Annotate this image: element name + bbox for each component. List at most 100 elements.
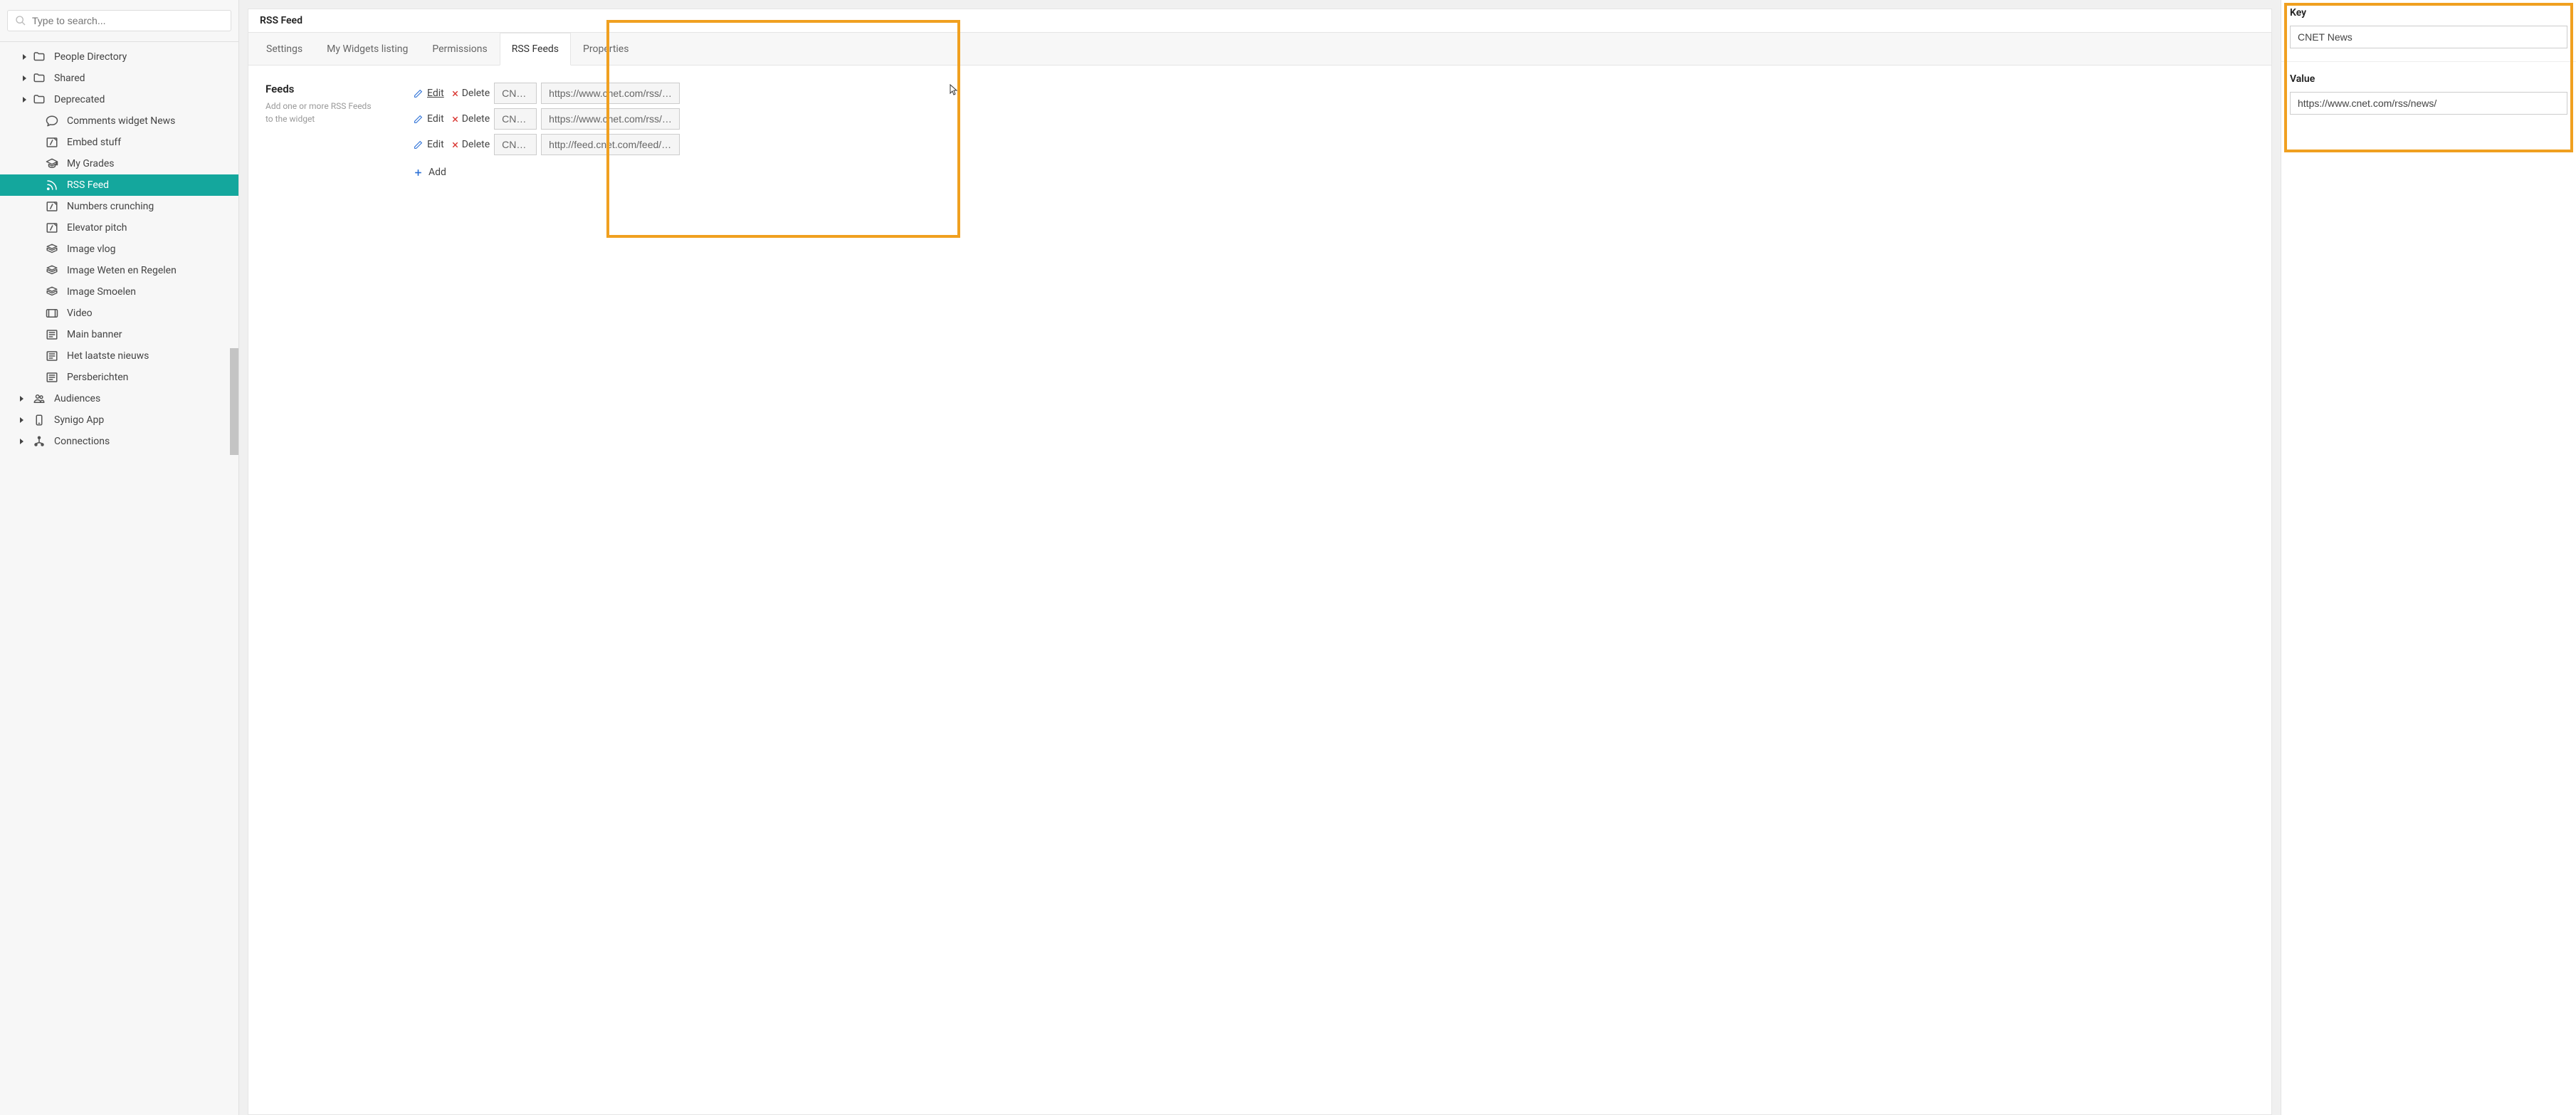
sidebar-item-label: Audiences bbox=[54, 393, 100, 404]
feeds-description: Add one or more RSS Feeds to the widget bbox=[266, 100, 379, 125]
sidebar-item-label: Image vlog bbox=[67, 244, 116, 255]
sidebar-item-label: Persberichten bbox=[67, 372, 128, 383]
sidebar-item-label: Image Smoelen bbox=[67, 286, 136, 298]
sidebar-item-het-laatste-nieuws[interactable]: Het laatste nieuws bbox=[0, 345, 238, 367]
news-icon bbox=[46, 350, 58, 362]
image-icon bbox=[46, 264, 58, 277]
sidebar-item-image-vlog[interactable]: Image vlog bbox=[0, 239, 238, 260]
feed-url-input[interactable] bbox=[541, 83, 680, 104]
mobile-icon bbox=[33, 414, 46, 426]
scrollbar-track[interactable] bbox=[230, 42, 238, 1115]
close-icon bbox=[451, 115, 459, 123]
sidebar-item-label: People Directory bbox=[54, 51, 127, 63]
feed-key-input[interactable] bbox=[494, 108, 537, 130]
key-input[interactable] bbox=[2290, 26, 2567, 48]
plus-icon bbox=[414, 168, 423, 177]
grad-icon bbox=[46, 157, 58, 170]
news-icon bbox=[46, 371, 58, 384]
pencil-icon bbox=[414, 115, 423, 124]
value-input[interactable] bbox=[2290, 92, 2567, 115]
sidebar-item-label: Elevator pitch bbox=[67, 222, 127, 234]
sidebar-item-people-directory[interactable]: People Directory bbox=[0, 46, 238, 68]
add-button[interactable]: Add bbox=[414, 167, 446, 178]
edit-button[interactable]: Edit bbox=[414, 113, 444, 125]
search-wrap bbox=[0, 0, 238, 42]
sidebar-item-comments-widget-news[interactable]: Comments widget News bbox=[0, 110, 238, 132]
caret-icon bbox=[23, 54, 26, 60]
sidebar-item-deprecated[interactable]: Deprecated bbox=[0, 89, 238, 110]
sidebar-item-my-grades[interactable]: My Grades bbox=[0, 153, 238, 174]
edit-label: Edit bbox=[427, 88, 444, 99]
value-label: Value bbox=[2290, 73, 2567, 85]
sidebar-item-image-smoelen[interactable]: Image Smoelen bbox=[0, 281, 238, 303]
sidebar-item-label: Connections bbox=[54, 436, 110, 447]
feed-row: Edit Delete bbox=[414, 83, 812, 104]
sidebar-item-label: Het laatste nieuws bbox=[67, 350, 149, 362]
embed-icon bbox=[46, 221, 58, 234]
sidebar-item-numbers-crunching[interactable]: Numbers crunching bbox=[0, 196, 238, 217]
sidebar-item-persberichten[interactable]: Persberichten bbox=[0, 367, 238, 388]
feed-row: Edit Delete bbox=[414, 134, 812, 155]
sidebar-item-connections[interactable]: Connections bbox=[0, 431, 238, 452]
tab-properties[interactable]: Properties bbox=[571, 33, 641, 66]
sidebar-item-audiences[interactable]: Audiences bbox=[0, 388, 238, 409]
sidebar-item-video[interactable]: Video bbox=[0, 303, 238, 324]
tabs: SettingsMy Widgets listingPermissionsRSS… bbox=[248, 33, 2271, 66]
tab-rss-feeds[interactable]: RSS Feeds bbox=[500, 33, 571, 66]
caret-icon bbox=[20, 417, 23, 423]
pencil-icon bbox=[414, 89, 423, 98]
sidebar-item-synigo-app[interactable]: Synigo App bbox=[0, 409, 238, 431]
delete-label: Delete bbox=[462, 113, 490, 125]
sidebar-item-label: Embed stuff bbox=[67, 137, 121, 148]
tab-settings[interactable]: Settings bbox=[254, 33, 315, 66]
sidebar-item-elevator-pitch[interactable]: Elevator pitch bbox=[0, 217, 238, 239]
sidebar-item-embed-stuff[interactable]: Embed stuff bbox=[0, 132, 238, 153]
connection-icon bbox=[33, 435, 46, 448]
scrollbar-thumb[interactable] bbox=[230, 348, 238, 455]
feed-url-input[interactable] bbox=[541, 134, 680, 155]
delete-label: Delete bbox=[462, 139, 490, 150]
delete-button[interactable]: Delete bbox=[451, 88, 490, 99]
add-label: Add bbox=[429, 167, 446, 178]
edit-button[interactable]: Edit bbox=[414, 139, 444, 150]
caret-icon bbox=[23, 97, 26, 103]
feed-list: Edit Delete Edit Delete Edit Delete Add bbox=[414, 83, 812, 180]
separator bbox=[2281, 61, 2576, 62]
sidebar-item-label: Image Weten en Regelen bbox=[67, 265, 177, 276]
delete-button[interactable]: Delete bbox=[451, 113, 490, 125]
edit-label: Edit bbox=[427, 139, 444, 150]
key-label: Key bbox=[2290, 7, 2567, 19]
sidebar-item-image-weten-en-regelen[interactable]: Image Weten en Regelen bbox=[0, 260, 238, 281]
tab-permissions[interactable]: Permissions bbox=[420, 33, 499, 66]
edit-button[interactable]: Edit bbox=[414, 88, 444, 99]
search-input[interactable] bbox=[32, 15, 224, 26]
video-icon bbox=[46, 307, 58, 320]
search-box[interactable] bbox=[7, 10, 231, 31]
sidebar-item-label: RSS Feed bbox=[67, 179, 109, 191]
sidebar-item-shared[interactable]: Shared bbox=[0, 68, 238, 89]
sidebar-tree: People Directory SharedDeprecatedComments… bbox=[0, 42, 238, 1115]
feed-key-input[interactable] bbox=[494, 134, 537, 155]
comment-icon bbox=[46, 115, 58, 127]
sidebar-item-label: Synigo App bbox=[54, 414, 104, 426]
delete-button[interactable]: Delete bbox=[451, 139, 490, 150]
sidebar-item-rss-feed[interactable]: RSS Feed bbox=[0, 174, 238, 196]
tab-my-widgets-listing[interactable]: My Widgets listing bbox=[315, 33, 420, 66]
main-area: RSS Feed SettingsMy Widgets listingPermi… bbox=[239, 0, 2281, 1115]
sidebar-item-main-banner[interactable]: Main banner bbox=[0, 324, 238, 345]
image-icon bbox=[46, 243, 58, 256]
caret-icon bbox=[20, 396, 23, 402]
feed-url-input[interactable] bbox=[541, 108, 680, 130]
news-icon bbox=[46, 328, 58, 341]
feeds-heading: Feeds bbox=[266, 83, 379, 95]
embed-icon bbox=[46, 136, 58, 149]
rss-icon bbox=[46, 179, 58, 192]
sidebar: People Directory SharedDeprecatedComments… bbox=[0, 0, 239, 1115]
close-icon bbox=[451, 90, 459, 98]
feed-key-input[interactable] bbox=[494, 83, 537, 104]
folder-icon bbox=[33, 72, 46, 85]
pencil-icon bbox=[414, 140, 423, 150]
feeds-content: Feeds Add one or more RSS Feeds to the w… bbox=[248, 66, 2271, 197]
sidebar-item-label: Video bbox=[67, 308, 93, 319]
caret-icon bbox=[20, 439, 23, 444]
